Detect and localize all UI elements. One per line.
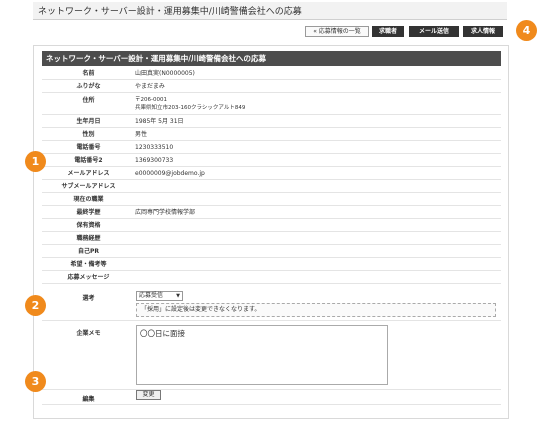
applicant-button[interactable]: 求職者: [372, 26, 404, 37]
memo-textarea[interactable]: 〇〇日に面接: [136, 325, 388, 385]
field-row-career: 職務経歴: [42, 233, 501, 245]
edit-label: 編集: [82, 396, 95, 403]
field-label: サブメールアドレス: [61, 183, 116, 190]
field-row-birthdate: 生年月日 1985年 5月 31日: [42, 116, 501, 128]
field-row-phone2: 電話番号2 1369300733: [42, 155, 501, 167]
memo-label: 企業メモ: [76, 330, 101, 337]
field-label: 生年月日: [76, 118, 101, 125]
field-label: 電話番号2: [74, 157, 103, 164]
annotation-badge-4: 4: [516, 20, 537, 41]
chevron-down-icon: ▼: [176, 293, 180, 299]
field-label: 性別: [82, 131, 95, 138]
progress-select[interactable]: 応募受信 ▼: [136, 291, 183, 301]
field-value: 1985年 5月 31日: [135, 118, 184, 125]
send-mail-button[interactable]: メール送信: [409, 26, 459, 37]
change-button[interactable]: 変更: [136, 390, 161, 400]
field-label: 応募メッセージ: [67, 274, 110, 281]
field-value: e0000009@jobdemo.jp: [135, 170, 205, 177]
field-label: メールアドレス: [67, 170, 110, 177]
field-label: 電話番号: [76, 144, 101, 151]
field-row-education: 最終学歴 広岡専門学校情報学部: [42, 207, 501, 219]
back-to-list-button[interactable]: « 応募情報の一覧: [305, 26, 369, 37]
field-value: やまだまみ: [135, 83, 165, 90]
page-title: ネットワーク・サーバー設計・運用募集中/川崎警備会社への応募: [38, 7, 302, 17]
field-row-gender: 性別 男性: [42, 129, 501, 141]
field-value: 1369300733: [135, 157, 174, 164]
field-value: 広岡専門学校情報学部: [135, 209, 196, 216]
page-title-bar: ネットワーク・サーバー設計・運用募集中/川崎警備会社への応募: [33, 2, 507, 20]
field-row-message: 応募メッセージ: [42, 272, 501, 284]
field-row-occupation: 現在の職業: [42, 194, 501, 206]
annotation-badge-3: 3: [25, 371, 46, 392]
field-label: 住所: [82, 97, 95, 104]
field-row-phone: 電話番号 1230333510: [42, 142, 501, 154]
job-info-button[interactable]: 求人情報: [463, 26, 503, 37]
progress-select-value: 応募受信: [139, 292, 164, 299]
field-label: 現在の職業: [73, 196, 104, 203]
edit-section: 編集: [42, 391, 501, 405]
field-row-furigana: ふりがな やまだまみ: [42, 81, 501, 93]
progress-note: 「採用」に設定後は変更できなくなります。: [136, 303, 496, 317]
field-row-self-pr: 自己PR: [42, 246, 501, 258]
annotation-badge-1: 1: [25, 151, 46, 172]
field-row-name: 名前 山田真実(N0000005): [42, 68, 501, 80]
field-row-email: メールアドレス e0000009@jobdemo.jp: [42, 168, 501, 180]
field-row-remarks: 希望・備考等: [42, 259, 501, 271]
panel-header: ネットワーク・サーバー設計・運用募集中/川崎警備会社への応募: [42, 51, 501, 66]
field-label: 自己PR: [77, 248, 100, 255]
field-label: 保有資格: [76, 222, 101, 229]
address-line-2: 兵庫県知立市203-160クラシックアルト849: [135, 105, 246, 111]
field-label: 最終学歴: [76, 209, 101, 216]
field-row-sub-email: サブメールアドレス: [42, 181, 501, 193]
field-row-address: 住所 〒206-0001 兵庫県知立市203-160クラシックアルト849: [42, 94, 501, 115]
field-row-qualifications: 保有資格: [42, 220, 501, 232]
progress-label: 選考: [82, 295, 95, 302]
annotation-badge-2: 2: [25, 295, 46, 316]
field-label: 職務経歴: [76, 235, 101, 242]
field-label: 希望・備考等: [70, 261, 107, 268]
field-value: 1230333510: [135, 144, 174, 151]
address-line-1: 〒206-0001: [135, 97, 167, 103]
field-label: ふりがな: [76, 83, 101, 90]
field-label: 名前: [82, 70, 95, 77]
field-value: 男性: [135, 131, 148, 138]
field-value: 山田真実(N0000005): [135, 70, 195, 77]
